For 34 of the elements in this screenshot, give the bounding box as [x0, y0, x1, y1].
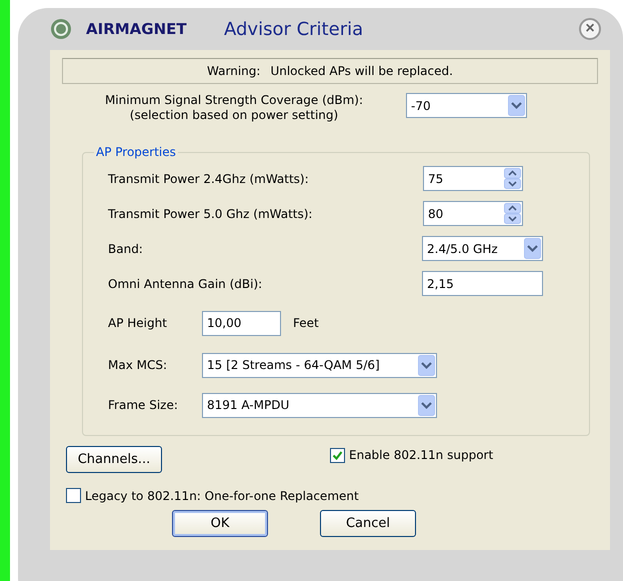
dropdown[interactable]: 15 [2 Streams - 64-QAM 5/6] [202, 352, 437, 378]
window-title: Advisor Criteria [224, 18, 364, 40]
checkbox-label: Enable 802.11n support [349, 448, 494, 462]
dropdown[interactable]: 2.4/5.0 GHz [422, 236, 543, 261]
spin-field[interactable]: 75 [423, 166, 523, 191]
dropdown[interactable]: 8191 A-MPDU [202, 392, 437, 418]
field-label: Max MCS: [108, 358, 168, 372]
warning-text: Unlocked APs will be replaced. [270, 64, 453, 78]
close-button[interactable]: × [579, 18, 601, 40]
channels-button[interactable]: Channels... [66, 446, 162, 472]
checkbox[interactable] [66, 488, 81, 503]
field-label: AP Height [108, 316, 168, 330]
field-label: Band: [108, 242, 144, 256]
checkbox-label: Legacy to 802.11n: One-for-one Replacement [85, 488, 359, 502]
spin-field[interactable]: 80 [423, 201, 523, 226]
checkbox[interactable] [330, 448, 345, 462]
field-label: Transmit Power 2.4Ghz (mWatts): [108, 172, 310, 186]
field-label: Frame Size: [108, 398, 179, 412]
unit-label: Feet [293, 316, 319, 330]
input-field[interactable]: 2,15 [422, 271, 543, 296]
spin-arrows-icon[interactable] [504, 203, 521, 224]
dialog-button[interactable]: OK [172, 510, 268, 536]
brand-name: AIRMAGNET [86, 20, 188, 38]
dropdown[interactable]: -70 [406, 93, 527, 118]
field-label: Omni Antenna Gain (dBi): [108, 276, 264, 290]
group-title: AP Properties [95, 145, 177, 159]
input-field[interactable]: 10,00 [202, 310, 281, 336]
field-label: Transmit Power 5.0 Ghz (mWatts): [108, 206, 314, 220]
field-note: (selection based on power setting) [130, 108, 338, 123]
warning-label: Warning: [207, 64, 260, 78]
spin-arrows-icon[interactable] [504, 168, 521, 189]
logo-icon [50, 18, 72, 40]
field-label: Minimum Signal Strength Coverage (dBm): [104, 93, 364, 108]
dialog-button[interactable]: Cancel [320, 510, 416, 536]
